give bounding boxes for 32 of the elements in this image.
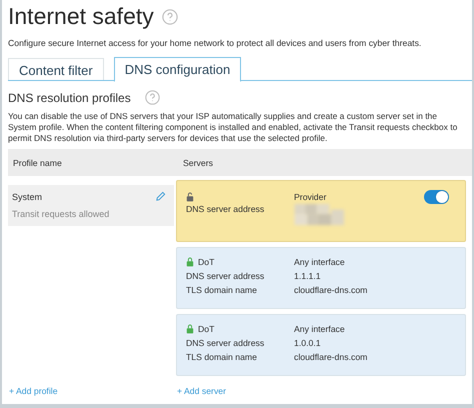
field-label: DNS server address [186,338,266,348]
toggle-switch[interactable] [424,190,449,204]
server-interface: Any interface [294,257,346,267]
column-header: Servers [182,158,213,168]
column-header: Profile name [12,158,63,168]
unlocked-padlock-icon [186,192,194,202]
server-type: Provider [294,192,326,202]
padlock-icon [186,324,194,334]
server-type: DoT [198,324,214,334]
profile-name: System [12,192,42,202]
server-interface: Any interface [294,324,346,334]
page-title: Internet safety [8,3,154,30]
field-value: cloudflare-dns.com [294,352,368,362]
pencil-icon[interactable] [155,191,166,202]
page-description: Configure secure Internet access for your home network to protect all devices and users from cyber threats. [8,38,422,48]
field-label: DNS server address [186,204,266,216]
field-label: TLS domain name [186,285,258,295]
tab[interactable]: DNS configuration [114,56,242,82]
tab[interactable]: Content filter [8,58,104,80]
padlock-icon [186,257,194,267]
field-value: 1.0.0.1 [294,338,322,348]
section-title: DNS resolution profiles [8,90,131,105]
field-label: DNS server address [186,271,266,281]
profile-note: Transit requests allowed [12,209,110,219]
help-icon[interactable] [162,8,178,25]
field-value: 1.1.1.1 [294,271,322,281]
help-icon[interactable] [144,90,160,106]
field-value: cloudflare-dns.com [294,285,368,295]
server-type: DoT [198,257,214,267]
field-label: TLS domain name [186,352,258,362]
profile-item[interactable]: System Transit requests allowed [8,185,174,226]
section-description: You can disable the use of DNS servers that your ISP automatically supplies and create a custom server set in the System profile. When the content filtering component is installed and enabled, activate the Transit requests checkbox to permit DNS resolution via third-party servers for devices that use the selected profile. [8,111,458,144]
